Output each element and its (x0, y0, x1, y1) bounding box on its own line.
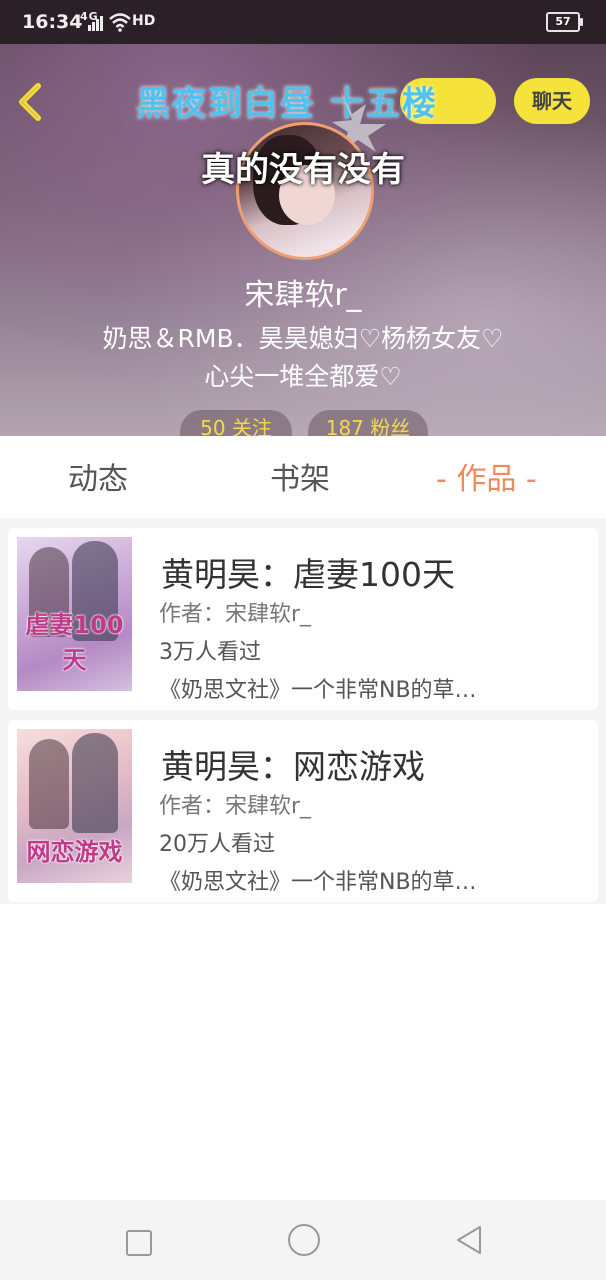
tab-bookshelf[interactable]: 书架 (270, 454, 330, 498)
following-count[interactable]: 50 关注 (180, 410, 292, 436)
status-time: 16:34 (22, 11, 83, 33)
chat-button[interactable]: 聊天 (514, 78, 590, 124)
book-cover: 网恋游戏 (17, 729, 132, 883)
username: 宋肆软r_ (244, 278, 362, 313)
book-author: 作者：宋肆软r_ (159, 602, 312, 627)
triangle-back-icon[interactable] (454, 1224, 484, 1256)
book-title: 黄明昊：网恋游戏 (161, 747, 425, 786)
book-description: 《奶思文社》一个非常NB的草… (159, 870, 477, 895)
book-author: 作者：宋肆软r_ (159, 794, 312, 819)
system-nav-bar (0, 1200, 606, 1280)
square-icon[interactable] (126, 1230, 152, 1256)
battery-icon: 57 (546, 12, 583, 32)
cover-title: 网恋游戏 (26, 838, 123, 866)
back-button[interactable] (14, 80, 54, 128)
bio-line-2: 心尖一堆全都爱♡ (204, 362, 402, 391)
book-card[interactable]: 虐妻100天 黄明昊：虐妻100天 作者：宋肆软r_ 3万人看过 《奶思文社》一… (8, 528, 598, 710)
book-list: 虐妻100天 黄明昊：虐妻100天 作者：宋肆软r_ 3万人看过 《奶思文社》一… (0, 518, 606, 904)
book-views: 20万人看过 (159, 832, 275, 857)
banner-text: 黑夜到白昼 十五楼 (136, 84, 438, 124)
book-card[interactable]: 网恋游戏 黄明昊：网恋游戏 作者：宋肆软r_ 20万人看过 《奶思文社》一个非常… (8, 720, 598, 902)
status-bar: 16:34 4G HD 57 (0, 0, 606, 44)
bio: 奶思＆RMB．昊昊媳妇♡杨杨女友♡ 心尖一堆全都爱♡ (0, 320, 606, 396)
book-views: 3万人看过 (159, 640, 261, 665)
tab-bar: 动态 书架 - 作品 - (0, 436, 606, 518)
tab-works[interactable]: - 作品 - (436, 454, 537, 498)
circle-icon[interactable] (288, 1224, 320, 1256)
book-title: 黄明昊：虐妻100天 (161, 555, 455, 594)
book-cover: 虐妻100天 (17, 537, 132, 691)
status-text: 真的没有没有 (201, 150, 405, 190)
bio-line-1: 奶思＆RMB．昊昊媳妇♡杨杨女友♡ (102, 324, 504, 353)
cover-title: 虐妻100天 (25, 611, 124, 674)
profile-header: 黑夜到白昼 十五楼 真的没有没有 聊天 宋肆软r_ 奶思＆RMB．昊昊媳妇♡杨杨… (0, 44, 606, 436)
signal-bars-icon (88, 14, 104, 36)
followers-count[interactable]: 187 粉丝 (308, 410, 428, 436)
book-description: 《奶思文社》一个非常NB的草… (159, 678, 477, 703)
tab-activity[interactable]: 动态 (68, 454, 128, 498)
wifi-icon (108, 12, 132, 37)
hd-indicator: HD (132, 13, 156, 29)
chevron-left-icon (19, 83, 41, 121)
